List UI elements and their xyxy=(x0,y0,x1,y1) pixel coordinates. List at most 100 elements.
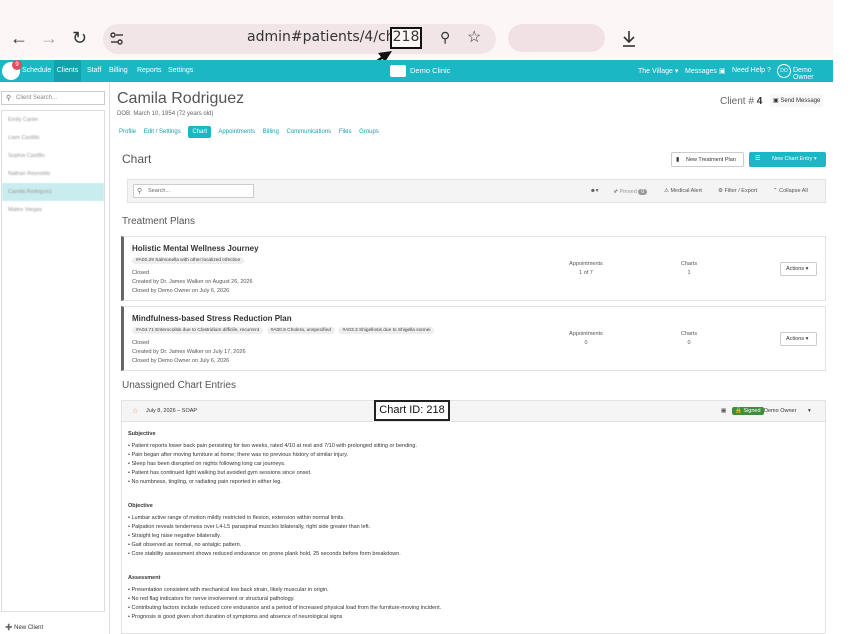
main-content: Camila Rodriguez DOB: March 10, 1954 (72… xyxy=(110,82,833,634)
gear-icon: ⚙ xyxy=(718,188,723,194)
appointments-label: Appointments xyxy=(569,331,603,337)
search-icon: ⚲ xyxy=(137,188,143,195)
list-item: Patient has continued light walking but … xyxy=(128,469,417,478)
list-item[interactable]: Mateo Vargas xyxy=(2,201,104,219)
chart-entry-header: ☆ July 8, 2026 – SOAP ▦ 🔒 Signed Demo Ow… xyxy=(121,400,826,422)
entry-date[interactable]: July 8, 2026 – SOAP xyxy=(146,408,197,414)
chart-search-placeholder: Search... xyxy=(148,188,171,194)
charts-value: 1 xyxy=(687,270,691,276)
client-number-value: 4 xyxy=(756,96,763,107)
tab-appointments[interactable]: Appointments xyxy=(218,129,255,135)
medical-alert-button[interactable]: ⚠ Medical Alert xyxy=(664,188,702,194)
objective-heading: Objective xyxy=(128,503,153,509)
warning-icon: ⚠ xyxy=(664,188,669,194)
client-sidebar: ⚲ Client Search... Emily Carter Liam Cas… xyxy=(0,82,110,634)
chart-id-annotation: Chart ID: 218 xyxy=(374,400,450,421)
tab-edit-settings[interactable]: Edit / Settings xyxy=(144,129,181,135)
chevron-down-icon[interactable]: ▾ xyxy=(808,408,811,414)
list-icon: ☰ xyxy=(755,156,761,162)
client-number-label: Client # xyxy=(720,96,754,107)
plan-created: Created by Dr. James Walker on August 26… xyxy=(132,279,253,285)
treatment-plans-heading: Treatment Plans xyxy=(122,216,195,227)
treatment-plan-card: Holistic Mental Wellness Journey #A02.29… xyxy=(121,236,826,301)
tab-chart[interactable]: Chart xyxy=(188,126,212,138)
profile-pill[interactable] xyxy=(508,24,605,52)
new-treatment-plan-button[interactable]: ▮ New Treatment Plan xyxy=(671,152,744,167)
pinned-filter[interactable]: 🖈 Pinned 0 xyxy=(613,188,648,197)
star-icon[interactable]: ☆ xyxy=(132,407,138,415)
plan-title[interactable]: Mindfulness-based Stress Reduction Plan xyxy=(132,314,292,323)
treatment-plan-card: Mindfulness-based Stress Reduction Plan … xyxy=(121,306,826,371)
download-icon[interactable] xyxy=(621,30,637,48)
list-item: Patient reports lower back pain persisti… xyxy=(128,442,417,451)
chevron-up-icon: ⌃ xyxy=(773,188,778,194)
app-logo[interactable]: 9 xyxy=(2,60,22,80)
client-search-input[interactable]: ⚲ Client Search... xyxy=(1,91,105,105)
client-number: Client # 4 xyxy=(720,96,762,107)
avatar[interactable]: DO xyxy=(777,64,791,78)
nav-reports[interactable]: Reports xyxy=(137,67,162,74)
nav-clients[interactable]: Clients xyxy=(54,60,81,82)
app-header: 9 Schedule Clients Staff Billing Reports… xyxy=(0,60,833,82)
collapse-all-button[interactable]: ⌃ Collapse All xyxy=(773,188,808,194)
tab-groups[interactable]: Groups xyxy=(359,129,379,135)
diagnosis-code-badge: #A02.29 Salmonella with other localized … xyxy=(132,257,245,264)
person-filter-icon[interactable]: ☻▾ xyxy=(590,188,599,194)
list-item[interactable]: Emily Carter xyxy=(2,111,104,129)
subjective-heading: Subjective xyxy=(128,431,156,437)
messages-link[interactable]: Messages ▣ xyxy=(685,67,725,75)
nav-settings[interactable]: Settings xyxy=(168,67,193,74)
tab-communications[interactable]: Communications xyxy=(286,129,331,135)
reload-icon[interactable]: ↻ xyxy=(72,28,87,49)
new-client-label: New Client xyxy=(14,625,44,631)
list-item: Gait observed as normal, no antalgic pat… xyxy=(128,541,401,550)
send-message-label: Send Message xyxy=(780,98,821,104)
send-message-button[interactable]: ▣ Send Message xyxy=(770,94,824,107)
list-item-selected[interactable]: Camila Rodriguez xyxy=(2,183,104,201)
new-chart-entry-button[interactable]: ☰ New Chart Entry ▾ xyxy=(749,152,826,167)
nav-billing[interactable]: Billing xyxy=(109,67,128,74)
chat-icon: ▣ xyxy=(718,68,726,75)
signed-label: Signed xyxy=(743,408,761,414)
chart-title: Chart xyxy=(122,152,152,166)
assessment-heading: Assessment xyxy=(128,575,161,581)
chart-search-input[interactable]: ⚲ Search... xyxy=(133,184,254,198)
chart-filter-bar: ⚲ Search... ☻▾ 🖈 Pinned 0 ⚠ Medical Aler… xyxy=(127,179,826,203)
new-chart-entry-label: New Chart Entry xyxy=(772,156,813,162)
pin-icon: 🖈 xyxy=(613,189,619,195)
user-menu[interactable]: Demo Owner xyxy=(793,67,833,81)
actions-dropdown[interactable]: Actions ▾ xyxy=(780,262,817,276)
actions-dropdown[interactable]: Actions ▾ xyxy=(780,332,817,346)
pinned-label: Pinned xyxy=(619,189,637,195)
diagnosis-code-badge: #A00.9 Cholera, unspecified xyxy=(266,327,335,334)
plan-codes: #A04.71 Enterocolitis due to Clostridium… xyxy=(132,327,436,334)
list-item: Prognosis is good given short duration o… xyxy=(128,613,441,622)
tab-billing[interactable]: Billing xyxy=(263,129,279,135)
address-bar[interactable]: admin#patients/4/charts ⚲ ☆ xyxy=(103,24,496,54)
location-dropdown[interactable]: The Village ▾ xyxy=(638,67,678,75)
clinic-name: Demo Clinic xyxy=(410,66,451,75)
nav-staff[interactable]: Staff xyxy=(87,67,101,74)
list-item[interactable]: Nathan Reynolds xyxy=(2,165,104,183)
client-list: Emily Carter Liam Castillo Sophia Castil… xyxy=(1,110,105,612)
help-link[interactable]: Need Help ? xyxy=(732,67,771,74)
new-client-button[interactable]: ➕ New Client xyxy=(5,624,43,631)
list-item: No red flag indicators for nerve involve… xyxy=(128,595,441,604)
tab-files[interactable]: Files xyxy=(339,129,352,135)
site-settings-icon[interactable] xyxy=(109,31,125,47)
bookmark-star-icon[interactable]: ☆ xyxy=(467,27,481,47)
list-item[interactable]: Liam Castillo xyxy=(2,129,104,147)
nav-schedule[interactable]: Schedule xyxy=(22,67,51,74)
zoom-icon[interactable]: ⚲ xyxy=(440,29,450,46)
tab-profile[interactable]: Profile xyxy=(119,129,136,135)
back-arrow-icon[interactable]: ← xyxy=(10,28,28,49)
plan-created: Created by Dr. James Walker on July 17, … xyxy=(132,349,246,355)
url-chart-id-highlight: 218 xyxy=(390,27,422,49)
search-icon: ⚲ xyxy=(6,95,12,102)
list-item: Straight leg raise negative bilaterally. xyxy=(128,532,401,541)
filter-export-button[interactable]: ⚙ Filter / Export xyxy=(718,188,757,194)
plan-title[interactable]: Holistic Mental Wellness Journey xyxy=(132,244,259,253)
objective-list: Lumbar active range of motion mildly res… xyxy=(128,514,401,559)
forward-arrow-icon[interactable]: → xyxy=(40,28,58,49)
list-item[interactable]: Sophia Castillo xyxy=(2,147,104,165)
